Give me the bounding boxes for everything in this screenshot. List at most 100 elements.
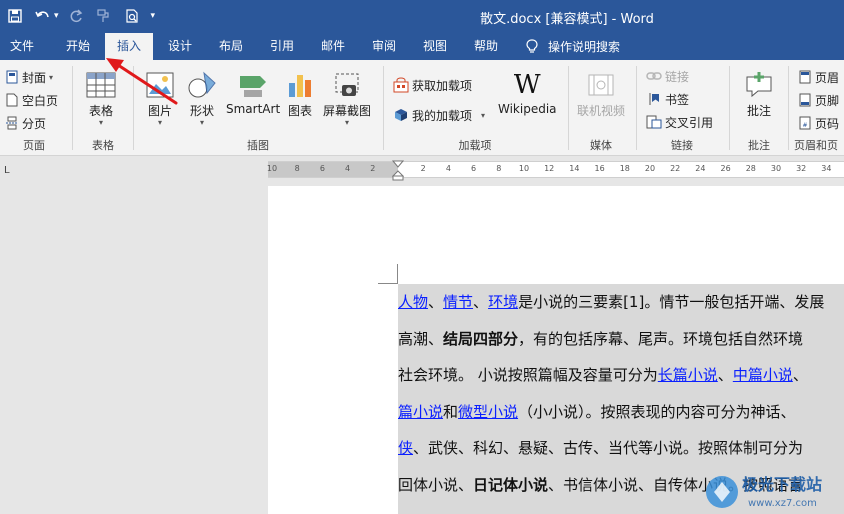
page-number-button[interactable]: # 页码 [798,113,839,133]
text-run: 高潮、 [398,329,444,348]
cover-page-icon [6,70,18,84]
text-run: 是小说的三要素[1]。情节一般包括开端、发展 [518,293,825,311]
bookmark-label: 书签 [665,92,690,107]
group-separator [636,66,637,150]
ruler-tick-label: 10 [518,164,530,173]
hyperlink[interactable]: 侠 [398,439,413,457]
link-button[interactable]: 链接 [646,66,689,86]
link-label: 链接 [665,69,690,84]
ruler-tick-label: 18 [619,164,630,173]
svg-text:#: # [802,122,807,129]
group-label-comments: 批注 [748,139,770,152]
group-separator [788,66,789,150]
group-separator [729,66,730,150]
text-run: 、 [717,366,733,384]
ruler-tick-label: 8 [294,164,300,173]
ruler-tick-label: 28 [745,164,756,173]
tab-view[interactable]: 视图 [413,33,457,60]
group-label-header-footer: 页眉和页 [794,139,838,152]
get-addins-button[interactable]: 获取加载项 [393,75,472,95]
hyperlink[interactable]: 中篇小说 [733,366,793,384]
group-label-tables: 表格 [92,139,114,152]
group-label-links: 链接 [671,139,693,152]
ruler-tick-label: 34 [821,164,832,173]
cross-reference-button[interactable]: 交叉引用 [646,112,713,132]
ruler-tick-label: 12 [544,164,555,173]
hyperlink[interactable]: 微型小说 [458,403,518,421]
tell-me-label: 操作说明搜索 [548,40,621,54]
ruler-tick-label: 24 [695,164,706,173]
picture-button[interactable]: 图片 ▾ [146,68,174,127]
watermark-text: 极光下载站 [742,475,822,494]
tab-file[interactable]: 文件 [0,33,44,60]
tab-selector[interactable]: L [4,165,10,176]
text-run: 、 [792,366,808,384]
ribbon-insert: 封面 ▾ 空白页 分页 页面 表格 ▾ 表格 图片 ▾ 形状 ▾ SmartArt… [0,60,844,156]
wikipedia-label: Wikipedia [498,102,557,116]
title-bar: ▾ ▾ 散文.docx [兼容模式] - Word [0,0,844,33]
shapes-icon [188,71,216,98]
screenshot-button[interactable]: 屏幕截图 ▾ [323,68,371,127]
online-video-button[interactable]: 联机视频 [577,68,625,119]
text-run: 和 [443,402,459,421]
tell-me-search[interactable]: 操作说明搜索 [526,33,620,60]
wikipedia-button[interactable]: W Wikipedia [498,68,557,116]
tab-mailings[interactable]: 邮件 [311,33,355,60]
horizontal-ruler[interactable]: 10 8 6 4 2 2 4 6 8 10 12 14 16 18 20 22 24 26 28 30 32 34 [267,160,844,181]
blank-page-button[interactable]: 空白页 [5,90,58,110]
cover-page-button[interactable]: 封面 ▾ [5,67,53,87]
hyperlink[interactable]: 情节 [443,293,473,311]
comment-label: 批注 [746,104,771,118]
ruler-tick-label: 14 [569,164,580,173]
bookmark-button[interactable]: 书签 [646,89,689,109]
screenshot-icon [335,73,359,96]
ruler-tick-label: 22 [670,164,681,173]
my-addins-button[interactable]: 我的加载项 ▾ [393,105,485,125]
ruler-tick-label: 6 [319,164,325,173]
text-run: 、 [428,293,444,311]
header-button[interactable]: 页眉 [798,67,839,87]
ruler-tick-label: 4 [345,164,351,173]
tab-layout[interactable]: 布局 [209,33,253,60]
ruler-tick-label: 20 [644,164,656,173]
tab-help[interactable]: 帮助 [464,33,508,60]
group-label-illustrations: 插图 [247,139,269,152]
tab-review[interactable]: 审阅 [362,33,406,60]
group-separator [133,66,134,150]
cover-page-label: 封面 [22,70,47,85]
ruler-area: L 10 8 6 4 2 2 4 6 8 10 12 14 16 18 20 22 24 26 28 30 32 34 [0,157,844,185]
link-icon [646,72,662,80]
hyperlink[interactable]: 篇小说 [398,403,443,421]
tab-home[interactable]: 开始 [56,33,100,60]
group-separator [568,66,569,150]
tab-references[interactable]: 引用 [260,33,304,60]
page-break-icon [6,116,18,130]
table-button[interactable]: 表格 ▾ [86,68,116,127]
page-break-button[interactable]: 分页 [5,113,46,133]
film-icon [588,74,614,96]
ruler-tick-label: 2 [370,164,376,173]
ruler-tick-label: 2 [420,164,426,173]
page-number-label: 页码 [815,116,840,131]
footer-button[interactable]: 页脚 [798,90,839,110]
table-icon [86,72,116,98]
group-separator [383,66,384,150]
chart-label: 图表 [287,104,312,118]
group-label-addins: 加载项 [458,139,492,152]
store-icon [393,77,409,93]
comment-button[interactable]: 批注 [744,68,774,119]
tab-design[interactable]: 设计 [158,33,202,60]
hyperlink[interactable]: 人物 [398,293,428,311]
hyperlink[interactable]: 环境 [488,293,518,311]
chart-button[interactable]: 图表 [286,68,314,119]
blank-page-label: 空白页 [22,93,59,108]
hyperlink[interactable]: 长篇小说 [658,366,718,384]
indent-marker-icon[interactable] [392,160,404,182]
my-addins-icon [395,109,407,121]
page-number-icon: # [799,116,811,130]
smartart-button[interactable]: SmartArt [226,68,280,116]
shapes-button[interactable]: 形状 ▾ [187,68,217,127]
tab-insert[interactable]: 插入 [105,33,153,60]
text-run: 、 [473,293,489,311]
ruler-tick-label: 26 [720,164,731,173]
